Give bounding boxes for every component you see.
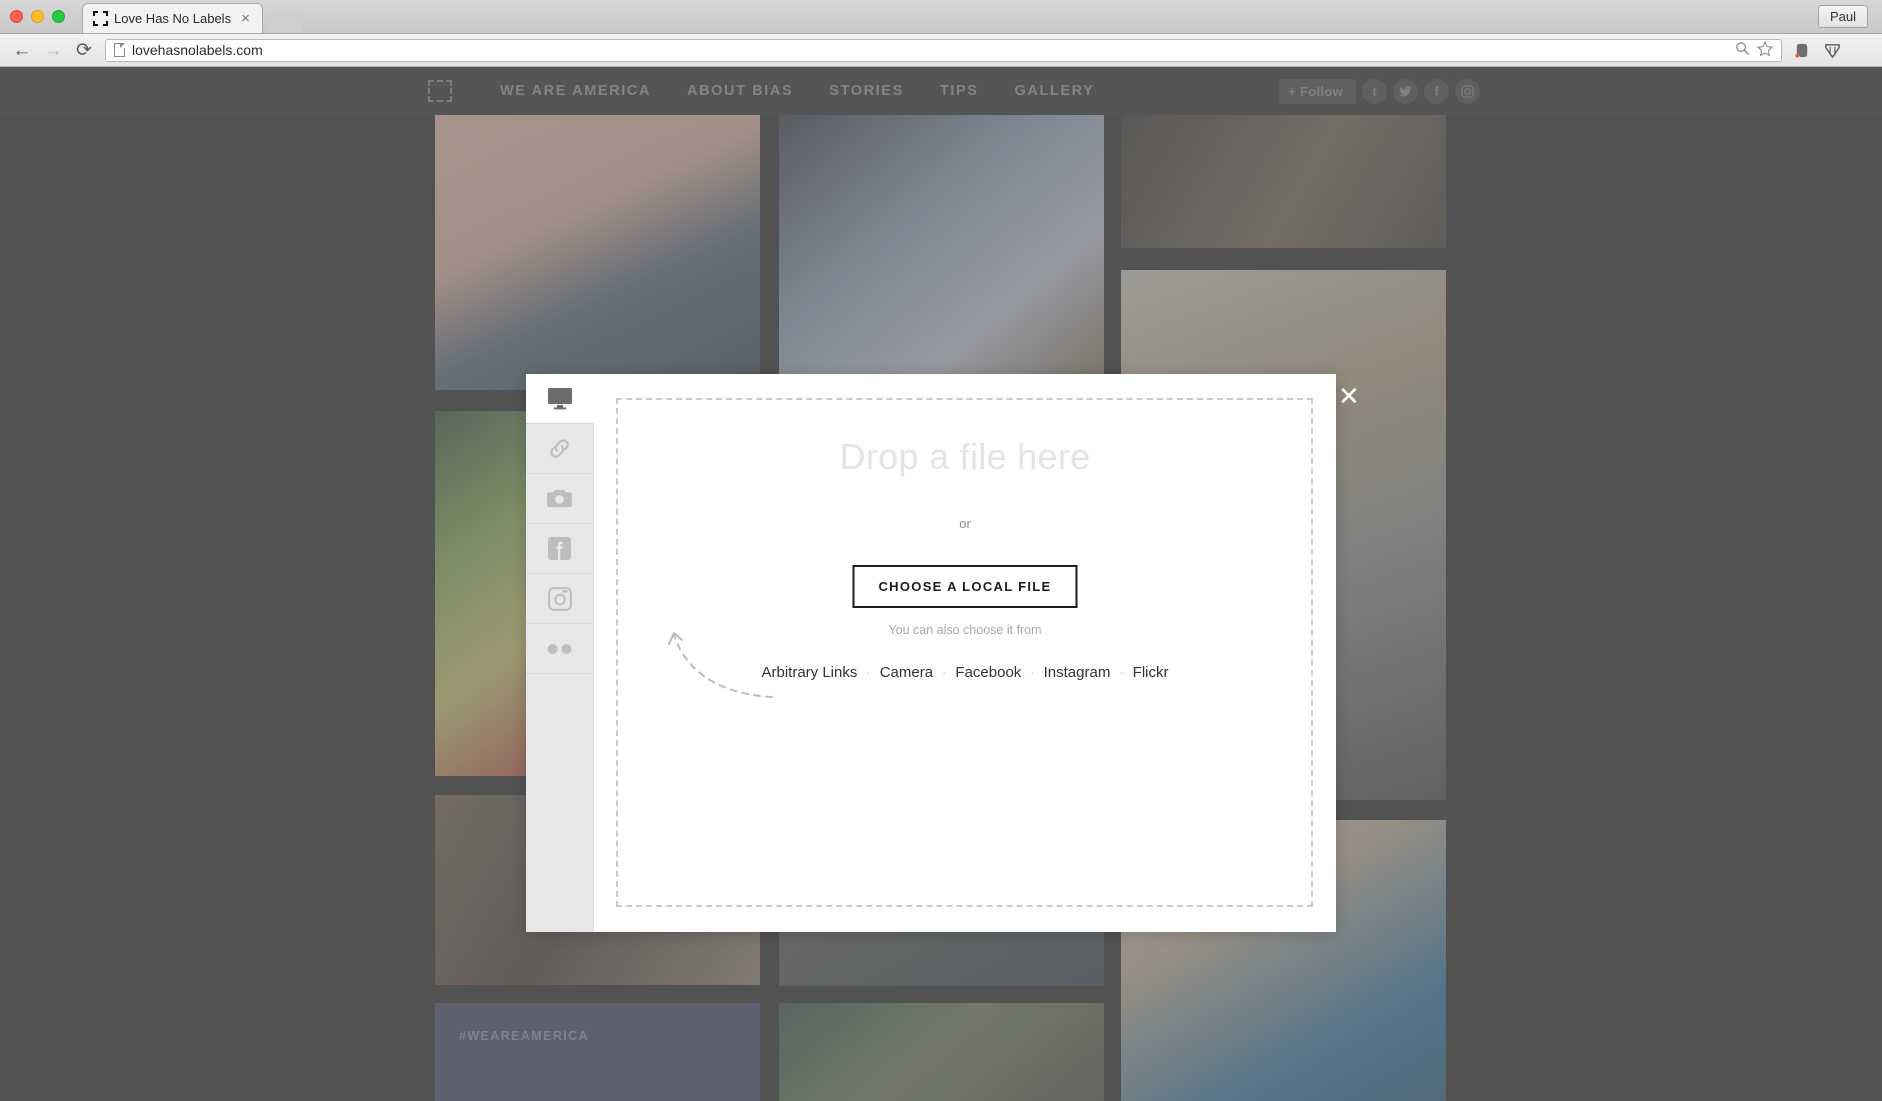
maximize-window-button[interactable] bbox=[52, 10, 65, 23]
sidebar-item-arbitrary-links[interactable] bbox=[526, 424, 593, 474]
window-controls[interactable] bbox=[10, 10, 65, 23]
source-link-camera[interactable]: Camera bbox=[880, 664, 933, 681]
dropzone-title: Drop a file here bbox=[839, 436, 1091, 477]
page-info-icon[interactable] bbox=[114, 43, 125, 57]
sidebar-item-facebook[interactable] bbox=[526, 524, 593, 574]
profile-button[interactable]: Paul bbox=[1817, 5, 1868, 28]
sidebar-item-local-file[interactable] bbox=[526, 374, 594, 424]
forward-icon[interactable]: → bbox=[43, 41, 63, 60]
pocket-icon[interactable] bbox=[1823, 41, 1842, 60]
monitor-icon bbox=[547, 388, 572, 410]
file-upload-modal: Drop a file here or CHOOSE A LOCAL FILE … bbox=[526, 374, 1336, 932]
back-icon[interactable]: ← bbox=[12, 41, 32, 60]
sidebar-filler bbox=[526, 674, 593, 932]
browser-window: Love Has No Labels × Paul ← → ⟳ lovehasn… bbox=[0, 0, 1882, 1101]
hamburger-icon[interactable] bbox=[1853, 41, 1870, 60]
source-link-flickr[interactable]: Flickr bbox=[1133, 664, 1169, 681]
tab-title: Love Has No Labels bbox=[114, 11, 232, 26]
facebook-icon bbox=[548, 537, 571, 560]
source-link-facebook[interactable]: Facebook bbox=[955, 664, 1021, 681]
source-separator: · bbox=[942, 665, 947, 680]
crop-marks-icon bbox=[93, 11, 108, 26]
flickr-icon bbox=[547, 643, 572, 654]
close-window-button[interactable] bbox=[10, 10, 23, 23]
magnifier-icon[interactable] bbox=[1735, 41, 1750, 59]
evernote-icon[interactable] bbox=[1793, 41, 1812, 60]
source-separator: · bbox=[1030, 665, 1035, 680]
choose-local-file-button[interactable]: CHOOSE A LOCAL FILE bbox=[852, 565, 1078, 608]
link-icon bbox=[550, 439, 569, 458]
star-icon[interactable] bbox=[1756, 40, 1774, 59]
address-bar[interactable]: lovehasnolabels.com bbox=[105, 38, 1782, 62]
camera-icon bbox=[547, 489, 572, 508]
new-tab-button[interactable] bbox=[266, 10, 306, 32]
browser-tab[interactable]: Love Has No Labels × bbox=[82, 3, 263, 33]
sidebar-item-camera[interactable] bbox=[526, 474, 593, 524]
minimize-window-button[interactable] bbox=[31, 10, 44, 23]
modal-body: Drop a file here or CHOOSE A LOCAL FILE … bbox=[594, 374, 1336, 932]
instagram-icon bbox=[547, 586, 572, 611]
sidebar-item-instagram[interactable] bbox=[526, 574, 593, 624]
source-link-instagram[interactable]: Instagram bbox=[1044, 664, 1111, 681]
url-text: lovehasnolabels.com bbox=[132, 42, 263, 58]
sidebar-item-flickr[interactable] bbox=[526, 624, 593, 674]
dropzone-or-text: or bbox=[959, 516, 971, 531]
tab-strip: Love Has No Labels × Paul bbox=[0, 0, 1882, 34]
reload-icon[interactable]: ⟳ bbox=[74, 41, 94, 60]
browser-toolbar: ← → ⟳ lovehasnolabels.com bbox=[0, 34, 1882, 67]
modal-source-sidebar bbox=[526, 374, 594, 932]
source-link-arbitrary-links[interactable]: Arbitrary Links bbox=[762, 664, 858, 681]
close-modal-button[interactable]: ✕ bbox=[1338, 383, 1360, 409]
source-separator: · bbox=[1119, 665, 1124, 680]
source-separator: · bbox=[866, 665, 871, 680]
page-viewport: #WEAREAMERICA Refocusing our love of 2.5… bbox=[0, 67, 1882, 1101]
dropzone-source-links: Arbitrary Links · Camera · Facebook · In… bbox=[594, 664, 1336, 681]
close-icon[interactable]: × bbox=[237, 11, 254, 26]
